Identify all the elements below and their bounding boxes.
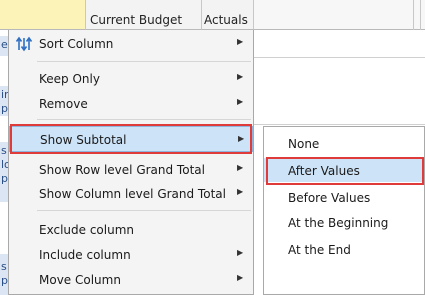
column-header-highlighted[interactable] [0, 0, 86, 30]
column-header-actuals[interactable]: Actuals [202, 0, 254, 30]
menu-item-label: Sort Column [39, 37, 114, 51]
submenu-item-label: Before Values [288, 191, 371, 205]
context-menu: Sort Column ▶ Keep Only ▶ Remove ▶ Show … [8, 30, 254, 295]
menu-item-show-subtotal[interactable]: Show Subtotal ▶ [9, 126, 253, 152]
menu-separator [37, 61, 251, 62]
menu-item-exclude-column[interactable]: Exclude column [9, 218, 253, 242]
submenu-item-before-values[interactable]: Before Values [264, 185, 424, 209]
menu-item-label: Show Row level Grand Total [39, 163, 205, 177]
submenu-item-at-the-beginning[interactable]: At the Beginning [264, 210, 424, 234]
submenu-arrow-icon: ▶ [237, 97, 244, 106]
submenu-item-label: None [288, 137, 320, 151]
menu-item-move-column[interactable]: Move Column ▶ [9, 268, 253, 292]
menu-item-sort-column[interactable]: Sort Column ▶ [9, 32, 253, 56]
column-divider [420, 0, 421, 30]
column-divider [413, 0, 414, 30]
show-subtotal-submenu: None After Values Before Values At the B… [263, 126, 425, 295]
submenu-arrow-icon: ▶ [237, 273, 244, 282]
row-text-fragment: s [1, 260, 7, 273]
submenu-item-after-values[interactable]: After Values [264, 158, 424, 182]
submenu-arrow-icon: ▶ [237, 163, 244, 172]
grid-row-line [254, 57, 425, 58]
menu-item-label: Exclude column [39, 223, 134, 237]
submenu-arrow-icon: ▶ [237, 72, 244, 81]
column-header-label: Current Budget [90, 13, 183, 27]
column-header-current-budget[interactable]: Current Budget [86, 0, 202, 30]
menu-separator [37, 210, 251, 211]
submenu-item-none[interactable]: None [264, 131, 424, 155]
menu-item-keep-only[interactable]: Keep Only ▶ [9, 67, 253, 91]
menu-item-label: Include column [39, 248, 131, 262]
submenu-arrow-icon: ▶ [237, 187, 244, 196]
submenu-arrow-icon: ▶ [238, 134, 245, 143]
grid-row-line [254, 124, 425, 125]
menu-separator [37, 119, 251, 120]
menu-item-show-column-level-grand-total[interactable]: Show Column level Grand Total ▶ [9, 182, 253, 206]
submenu-item-at-the-end[interactable]: At the End [264, 237, 424, 261]
row-text-fragment: e [1, 38, 8, 51]
row-text-fragment: s [1, 144, 7, 157]
menu-item-label: Show Column level Grand Total [39, 187, 226, 201]
submenu-item-label: After Values [288, 164, 360, 178]
submenu-arrow-icon: ▶ [237, 37, 244, 46]
menu-item-show-row-level-grand-total[interactable]: Show Row level Grand Total ▶ [9, 158, 253, 182]
menu-item-label: Move Column [39, 273, 121, 287]
menu-item-label: Remove [39, 97, 88, 111]
menu-item-remove[interactable]: Remove ▶ [9, 92, 253, 116]
menu-item-label: Keep Only [39, 72, 100, 86]
sort-columns-icon [15, 36, 33, 52]
submenu-item-label: At the Beginning [288, 216, 389, 230]
column-header-label: Actuals [204, 13, 248, 27]
submenu-item-label: At the End [288, 243, 351, 257]
column-header-empty [254, 0, 425, 30]
menu-item-include-column[interactable]: Include column ▶ [9, 243, 253, 267]
menu-item-label: Show Subtotal [40, 133, 127, 147]
submenu-arrow-icon: ▶ [237, 248, 244, 257]
